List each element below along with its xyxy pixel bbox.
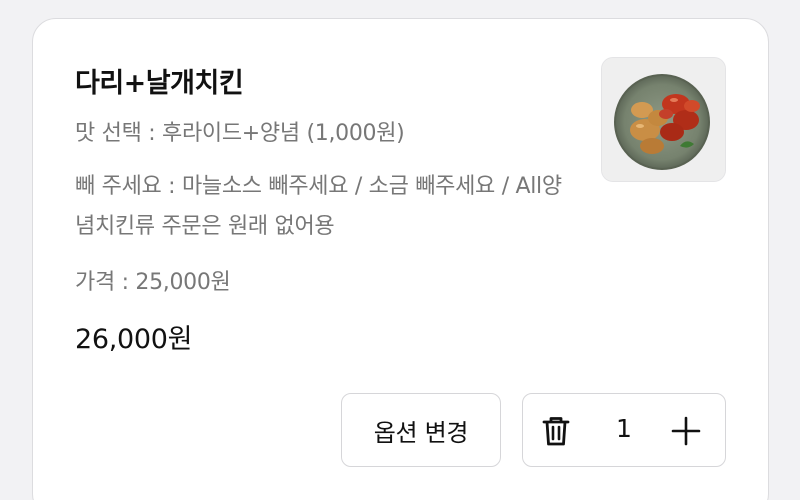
change-option-button[interactable]: 옵션 변경 (341, 393, 501, 467)
item-thumbnail (601, 57, 726, 182)
cart-item-card: 다리+날개치킨 맛 선택 : 후라이드+양념 (1,000원) 빼 주세요 : … (32, 18, 769, 500)
trash-icon-svg (542, 417, 570, 446)
plus-icon-svg (671, 416, 701, 446)
option-remove: 빼 주세요 : 마늘소스 빼주세요 / 소금 빼주세요 / All양념치킨류 주… (75, 174, 562, 239)
item-total-price: 26,000원 (75, 324, 193, 355)
plus-icon[interactable] (671, 416, 701, 446)
item-name: 다리+날개치킨 (75, 68, 244, 99)
quantity-value: 1 (616, 414, 632, 443)
quantity-stepper: 1 (522, 393, 726, 467)
option-flavor: 맛 선택 : 후라이드+양념 (1,000원) (75, 121, 405, 146)
option-price: 가격 : 25,000원 (75, 270, 231, 295)
chicken-dish-image (602, 58, 725, 181)
trash-icon[interactable] (541, 415, 571, 447)
